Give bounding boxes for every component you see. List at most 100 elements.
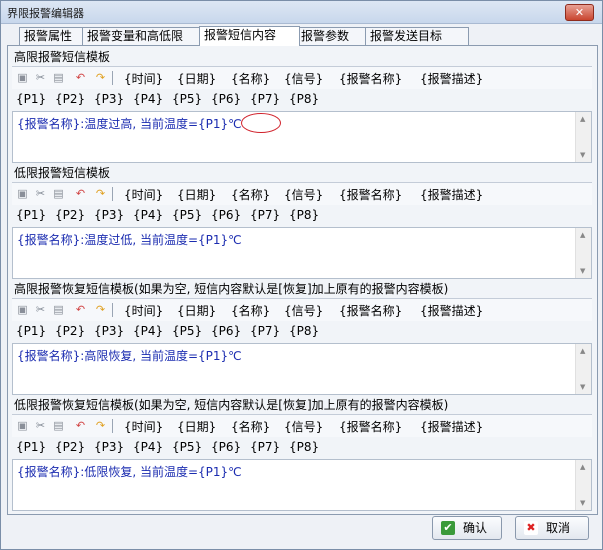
token-signal[interactable]: {信号}: [284, 186, 323, 203]
ok-button[interactable]: ✔ 确认: [432, 516, 502, 540]
token-p8[interactable]: {P8}: [289, 440, 319, 454]
token-date[interactable]: {日期}: [177, 186, 216, 203]
token-date[interactable]: {日期}: [177, 302, 216, 319]
scroll-down-icon[interactable]: ▼: [580, 499, 585, 507]
token-p1[interactable]: {P1}: [16, 324, 46, 338]
token-p7[interactable]: {P7}: [250, 440, 280, 454]
token-name[interactable]: {名称}: [231, 302, 270, 319]
token-signal[interactable]: {信号}: [284, 418, 323, 435]
token-p5[interactable]: {P5}: [172, 324, 202, 338]
copy-icon[interactable]: ▣: [16, 187, 29, 200]
tab-send-target[interactable]: 报警发送目标: [365, 27, 469, 45]
token-alarm-name[interactable]: {报警名称}: [339, 418, 402, 435]
token-p8[interactable]: {P8}: [289, 92, 319, 106]
tab-alarm-variables[interactable]: 报警变量和高低限: [82, 27, 206, 45]
token-p2[interactable]: {P2}: [55, 208, 85, 222]
token-alarm-name[interactable]: {报警名称}: [339, 70, 402, 87]
token-p6[interactable]: {P6}: [211, 92, 241, 106]
token-p6[interactable]: {P6}: [211, 208, 241, 222]
token-p5[interactable]: {P5}: [172, 92, 202, 106]
token-p3[interactable]: {P3}: [94, 440, 124, 454]
cut-icon[interactable]: ✂: [34, 303, 47, 316]
close-button[interactable]: ✕: [565, 4, 594, 21]
token-name[interactable]: {名称}: [231, 186, 270, 203]
token-alarm-desc[interactable]: {报警描述}: [420, 70, 483, 87]
token-signal[interactable]: {信号}: [284, 70, 323, 87]
sms-template-editor[interactable]: {报警名称}:温度过低, 当前温度={P1}℃ ▲ ▼: [12, 227, 592, 279]
redo-icon[interactable]: ↷: [94, 419, 107, 432]
vertical-scrollbar[interactable]: ▲ ▼: [575, 344, 591, 394]
vertical-scrollbar[interactable]: ▲ ▼: [575, 112, 591, 162]
tab-sms-content[interactable]: 报警短信内容: [199, 26, 300, 46]
scroll-up-icon[interactable]: ▲: [580, 115, 585, 123]
token-p1[interactable]: {P1}: [16, 208, 46, 222]
token-p7[interactable]: {P7}: [250, 92, 280, 106]
redo-icon[interactable]: ↷: [94, 187, 107, 200]
token-date[interactable]: {日期}: [177, 70, 216, 87]
vertical-scrollbar[interactable]: ▲ ▼: [575, 228, 591, 278]
token-time[interactable]: {时间}: [124, 70, 163, 87]
token-name[interactable]: {名称}: [231, 70, 270, 87]
redo-icon[interactable]: ↷: [94, 71, 107, 84]
cut-icon[interactable]: ✂: [34, 187, 47, 200]
scroll-up-icon[interactable]: ▲: [580, 463, 585, 471]
token-p4[interactable]: {P4}: [133, 440, 163, 454]
scroll-up-icon[interactable]: ▲: [580, 231, 585, 239]
cut-icon[interactable]: ✂: [34, 419, 47, 432]
scroll-down-icon[interactable]: ▼: [580, 151, 585, 159]
token-p2[interactable]: {P2}: [55, 440, 85, 454]
token-alarm-desc[interactable]: {报警描述}: [420, 302, 483, 319]
token-p2[interactable]: {P2}: [55, 324, 85, 338]
token-p6[interactable]: {P6}: [211, 440, 241, 454]
token-p2[interactable]: {P2}: [55, 92, 85, 106]
token-p1[interactable]: {P1}: [16, 92, 46, 106]
undo-icon[interactable]: ↶: [74, 303, 87, 316]
token-p7[interactable]: {P7}: [250, 324, 280, 338]
vertical-scrollbar[interactable]: ▲ ▼: [575, 460, 591, 510]
tab-alarm-properties[interactable]: 报警属性: [19, 27, 87, 45]
token-alarm-name[interactable]: {报警名称}: [339, 186, 402, 203]
token-p5[interactable]: {P5}: [172, 440, 202, 454]
token-p5[interactable]: {P5}: [172, 208, 202, 222]
token-p4[interactable]: {P4}: [133, 324, 163, 338]
token-time[interactable]: {时间}: [124, 186, 163, 203]
undo-icon[interactable]: ↶: [74, 71, 87, 84]
cut-icon[interactable]: ✂: [34, 71, 47, 84]
token-p3[interactable]: {P3}: [94, 208, 124, 222]
undo-icon[interactable]: ↶: [74, 187, 87, 200]
token-p8[interactable]: {P8}: [289, 324, 319, 338]
token-date[interactable]: {日期}: [177, 418, 216, 435]
sms-template-editor[interactable]: {报警名称}:温度过高, 当前温度={P1}℃ ▲ ▼: [12, 111, 592, 163]
scroll-up-icon[interactable]: ▲: [580, 347, 585, 355]
copy-icon[interactable]: ▣: [16, 71, 29, 84]
redo-icon[interactable]: ↷: [94, 303, 107, 316]
token-p8[interactable]: {P8}: [289, 208, 319, 222]
scroll-down-icon[interactable]: ▼: [580, 267, 585, 275]
paste-icon[interactable]: ▤: [52, 303, 65, 316]
token-p6[interactable]: {P6}: [211, 324, 241, 338]
token-time[interactable]: {时间}: [124, 418, 163, 435]
cancel-button[interactable]: ✖ 取消: [515, 516, 589, 540]
token-p3[interactable]: {P3}: [94, 92, 124, 106]
token-p1[interactable]: {P1}: [16, 440, 46, 454]
paste-icon[interactable]: ▤: [52, 187, 65, 200]
token-alarm-desc[interactable]: {报警描述}: [420, 418, 483, 435]
token-signal[interactable]: {信号}: [284, 302, 323, 319]
token-p7[interactable]: {P7}: [250, 208, 280, 222]
copy-icon[interactable]: ▣: [16, 303, 29, 316]
token-p4[interactable]: {P4}: [133, 208, 163, 222]
paste-icon[interactable]: ▤: [52, 71, 65, 84]
tab-alarm-params[interactable]: 报警参数: [296, 27, 368, 45]
token-alarm-name[interactable]: {报警名称}: [339, 302, 402, 319]
copy-icon[interactable]: ▣: [16, 419, 29, 432]
scroll-down-icon[interactable]: ▼: [580, 383, 585, 391]
token-alarm-desc[interactable]: {报警描述}: [420, 186, 483, 203]
token-p4[interactable]: {P4}: [133, 92, 163, 106]
undo-icon[interactable]: ↶: [74, 419, 87, 432]
token-time[interactable]: {时间}: [124, 302, 163, 319]
token-name[interactable]: {名称}: [231, 418, 270, 435]
sms-template-editor[interactable]: {报警名称}:高限恢复, 当前温度={P1}℃ ▲ ▼: [12, 343, 592, 395]
token-p3[interactable]: {P3}: [94, 324, 124, 338]
paste-icon[interactable]: ▤: [52, 419, 65, 432]
sms-template-editor[interactable]: {报警名称}:低限恢复, 当前温度={P1}℃ ▲ ▼: [12, 459, 592, 511]
